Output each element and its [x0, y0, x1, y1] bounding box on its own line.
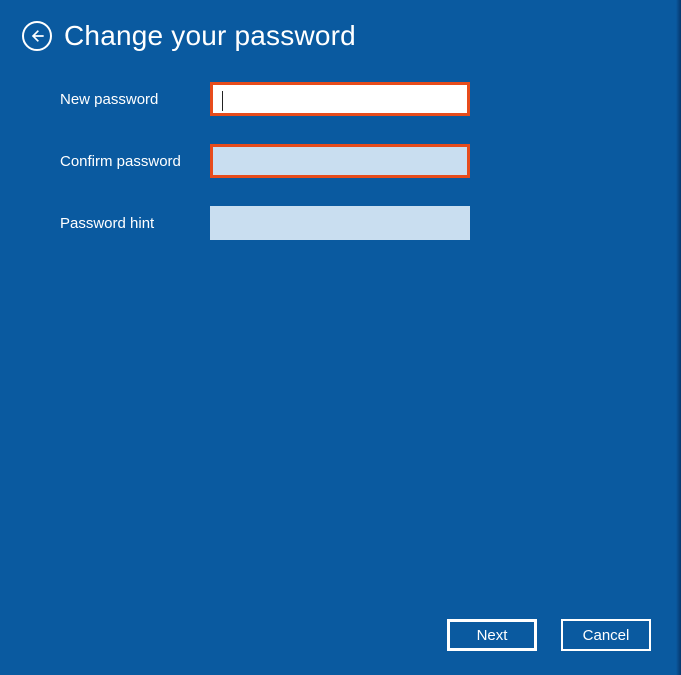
new-password-input[interactable] [213, 85, 467, 113]
password-hint-row: Password hint [60, 206, 681, 240]
text-caret [222, 91, 223, 111]
confirm-password-input[interactable] [213, 147, 467, 175]
back-button[interactable] [22, 21, 52, 51]
arrow-left-icon [29, 28, 45, 44]
password-hint-label: Password hint [60, 215, 210, 232]
confirm-password-row: Confirm password [60, 144, 681, 178]
header: Change your password [0, 0, 681, 52]
new-password-field-wrap [210, 82, 470, 116]
confirm-password-field-wrap [210, 144, 470, 178]
footer-buttons: Next Cancel [447, 619, 651, 651]
page-title: Change your password [64, 20, 356, 52]
new-password-label: New password [60, 91, 210, 108]
password-hint-input[interactable] [210, 206, 470, 240]
cancel-button[interactable]: Cancel [561, 619, 651, 651]
password-form: New password Confirm password Password h… [0, 52, 681, 240]
confirm-password-label: Confirm password [60, 153, 210, 170]
new-password-row: New password [60, 82, 681, 116]
next-button[interactable]: Next [447, 619, 537, 651]
password-hint-field-wrap [210, 206, 470, 240]
